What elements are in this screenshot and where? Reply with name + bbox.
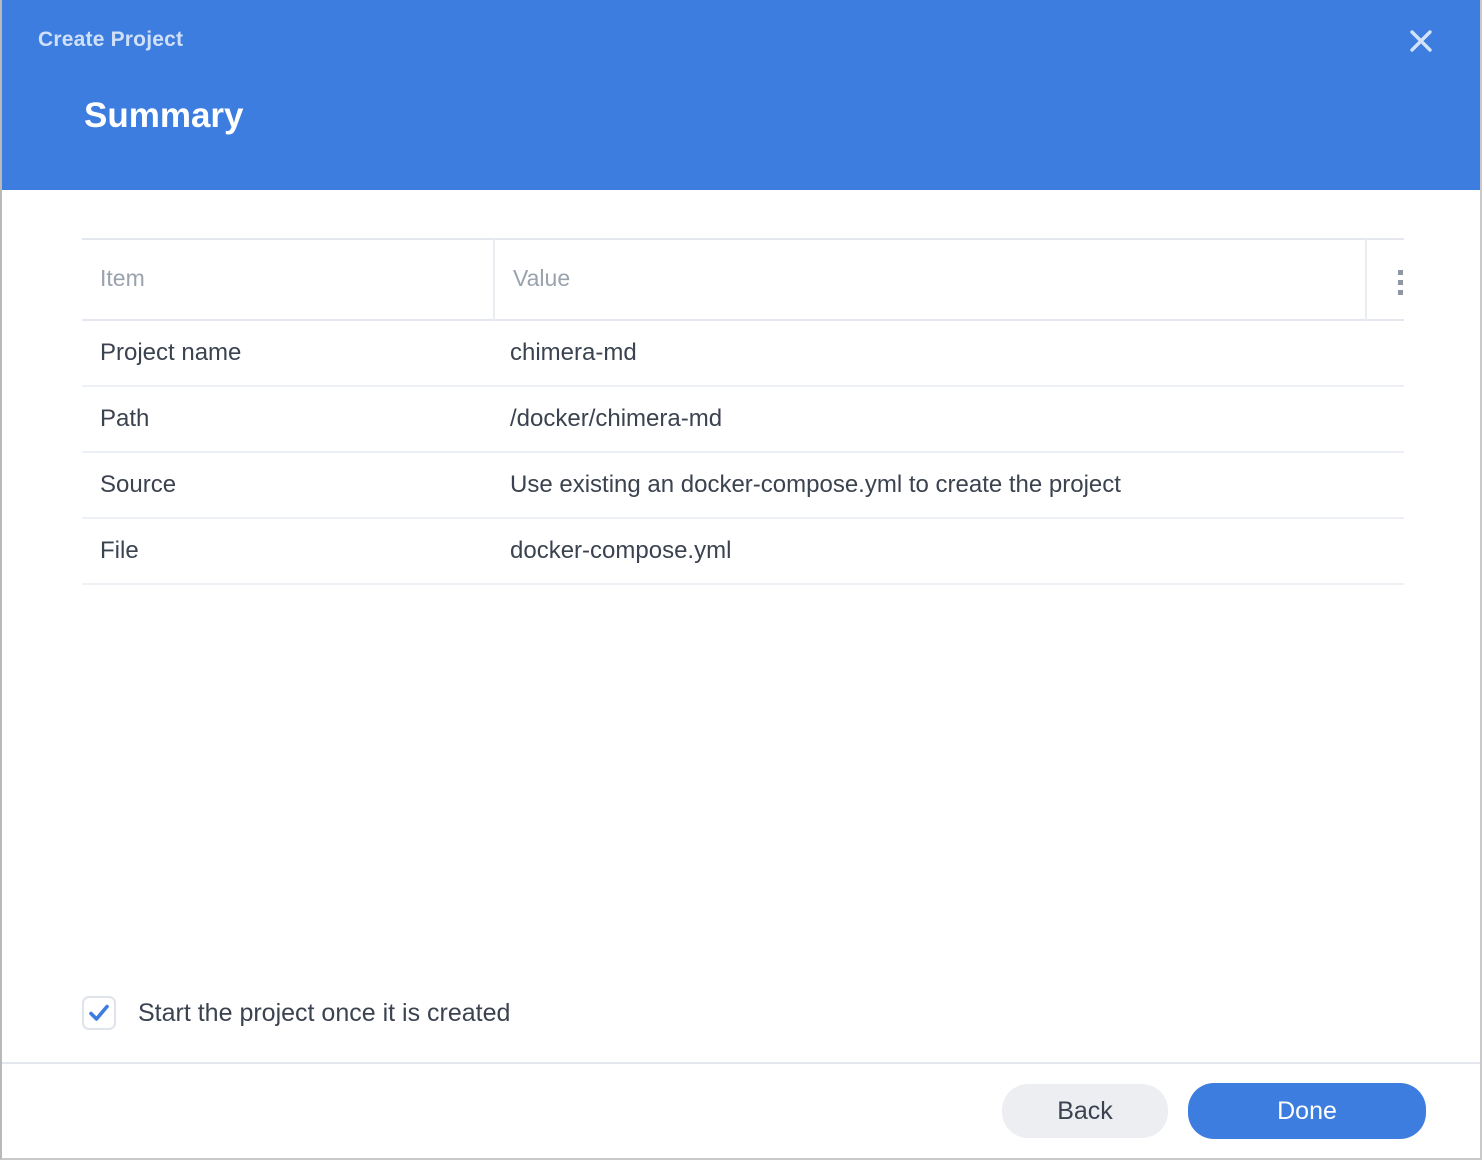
row-value: chimera-md [494, 319, 1366, 387]
page-title: Summary [84, 96, 244, 135]
row-value: Use existing an docker-compose.yml to cr… [494, 451, 1366, 519]
table-row: File docker-compose.yml [82, 517, 1404, 585]
dialog-header: Create Project Summary [2, 0, 1480, 190]
summary-table-header: Item Value [82, 239, 1404, 320]
dialog-eyebrow: Create Project [38, 28, 184, 51]
row-label: Project name [82, 319, 494, 387]
row-value: docker-compose.yml [494, 517, 1366, 585]
kebab-dot [1397, 290, 1403, 295]
checkbox-checked-icon[interactable] [82, 996, 116, 1030]
table-row: Source Use existing an docker-compose.ym… [82, 451, 1404, 519]
create-project-dialog: Create Project Summary Item Value Projec… [0, 0, 1482, 1160]
done-button[interactable]: Done [1188, 1083, 1426, 1139]
row-label: Path [82, 385, 494, 453]
dialog-footer: Back Done [2, 1062, 1480, 1158]
more-options-icon[interactable] [1385, 263, 1415, 303]
back-button[interactable]: Back [1002, 1084, 1168, 1138]
kebab-dot [1397, 270, 1403, 275]
row-label: File [82, 517, 494, 585]
column-header-value[interactable]: Value [494, 239, 1367, 320]
dialog-body: Item Value Project name chimera-md Path … [2, 190, 1480, 1062]
start-project-label: Start the project once it is created [138, 998, 511, 1027]
summary-table-body: Project name chimera-md Path /docker/chi… [82, 319, 1404, 585]
kebab-dot [1397, 280, 1403, 285]
row-spacer [1366, 517, 1404, 585]
column-header-item[interactable]: Item [82, 239, 495, 320]
row-spacer [1366, 385, 1404, 453]
start-project-checkbox-row[interactable]: Start the project once it is created [82, 996, 510, 1030]
table-header-row: Item Value [82, 239, 1404, 320]
row-spacer [1366, 319, 1404, 387]
table-row: Project name chimera-md [82, 319, 1404, 387]
row-value: /docker/chimera-md [494, 385, 1366, 453]
row-label: Source [82, 451, 494, 519]
row-spacer [1366, 451, 1404, 519]
table-row: Path /docker/chimera-md [82, 385, 1404, 453]
column-options-header [1366, 239, 1404, 320]
close-icon[interactable] [1402, 22, 1440, 60]
summary-table: Item Value Project name chimera-md Path … [82, 238, 1404, 585]
